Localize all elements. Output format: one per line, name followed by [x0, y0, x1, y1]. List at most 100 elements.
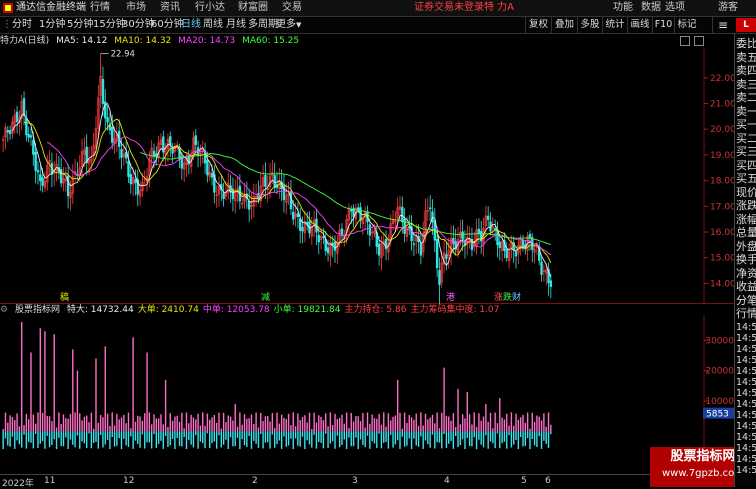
volume-bar-neg — [146, 431, 148, 443]
candle-body — [206, 159, 209, 176]
volume-bar-neg — [169, 431, 171, 446]
volume-bar-neg — [478, 431, 480, 440]
volume-bar-pos — [413, 419, 415, 432]
menu-caifuquan[interactable]: 财富圈 — [238, 2, 268, 14]
volume-bar-pos — [153, 414, 155, 432]
diejia-button[interactable]: 叠加 — [551, 17, 577, 33]
sidebar-label-4[interactable]: 卖二 — [736, 91, 756, 104]
event-marker-4[interactable]: 跌 — [503, 292, 512, 303]
sidebar-label-18[interactable]: 收益 — [736, 280, 756, 293]
volume-bar-neg — [74, 431, 76, 448]
volume-bar-pos — [262, 421, 264, 432]
menu-zixun[interactable]: 资讯 — [160, 2, 180, 14]
fuquan-button[interactable]: 复权 — [525, 17, 551, 33]
chart-restore-icon[interactable] — [694, 36, 704, 46]
volume-bar-pos — [220, 428, 222, 432]
huaxian-button[interactable]: 画线 — [627, 17, 652, 33]
event-marker-2[interactable]: 港 — [446, 291, 455, 303]
guest-label[interactable]: 游客 — [718, 2, 738, 14]
volume-bar-pos — [341, 414, 343, 432]
volume-bar-neg — [7, 431, 9, 446]
tongji-button[interactable]: 统计 — [602, 17, 627, 33]
volume-bar-neg — [378, 431, 380, 434]
period-60min[interactable]: 60分钟 — [151, 19, 184, 31]
candle-body — [452, 237, 455, 244]
more-chevron-icon[interactable]: ▼ — [296, 19, 301, 31]
volume-bar-pos — [489, 412, 492, 432]
period-multi[interactable]: 多周期 — [248, 19, 278, 31]
sidebar-label-2[interactable]: 卖四 — [736, 64, 756, 77]
sidebar-label-11[interactable]: 现价 — [736, 186, 756, 199]
sidebar-label-5[interactable]: 卖一 — [736, 105, 756, 118]
volume-bar-neg — [336, 431, 339, 436]
volume-bar-neg — [116, 431, 118, 446]
menu-xuanxiang[interactable]: 选项 — [665, 2, 685, 14]
indicator-gear-icon[interactable]: ⚙ — [0, 305, 8, 315]
candle-body — [34, 151, 37, 171]
volume-bar-neg — [506, 431, 508, 449]
volume-bar-pos — [304, 415, 306, 432]
volume-chart[interactable]: 300002000010000-100005853 — [0, 316, 734, 474]
menu-jiaoyi[interactable]: 交易 — [282, 2, 302, 14]
biaoji-button[interactable]: 标记 — [674, 17, 699, 33]
sidebar-label-13[interactable]: 涨幅 — [736, 213, 756, 226]
volume-bar-neg — [225, 431, 227, 440]
volume-bar-pos — [148, 412, 151, 432]
sidebar-label-20[interactable]: 行情 — [736, 307, 756, 320]
volume-bar-pos — [540, 420, 543, 432]
duogu-button[interactable]: 多股 — [577, 17, 602, 33]
login-status[interactable]: 证券交易未登录 — [414, 2, 484, 14]
period-daily[interactable]: 日线 — [181, 19, 201, 31]
period-monthly[interactable]: 月线 — [226, 19, 246, 31]
volume-bar-neg — [390, 431, 392, 435]
candle-body — [419, 243, 423, 256]
f10-button[interactable]: F10 — [652, 17, 674, 33]
chart-maximize-icon[interactable] — [680, 36, 690, 46]
sidebar-label-6[interactable]: 买一 — [736, 118, 756, 131]
volume-bar-neg — [97, 431, 100, 449]
sidebar-label-3[interactable]: 卖三 — [736, 78, 756, 91]
period-15min[interactable]: 15分钟 — [93, 19, 126, 31]
volume-bar-neg — [329, 431, 332, 444]
candle-body — [15, 111, 19, 122]
sidebar-label-0[interactable]: 委比 — [736, 37, 756, 50]
volume-bar-pos — [283, 417, 285, 432]
sidebar-label-7[interactable]: 买二 — [736, 132, 756, 145]
sidebar-label-14[interactable]: 总量 — [736, 226, 756, 239]
sidebar-label-10[interactable]: 买五 — [736, 172, 756, 185]
menu-shuju[interactable]: 数据 — [641, 2, 661, 14]
sidebar-label-19[interactable]: 分笔 — [736, 294, 756, 307]
candlesticks — [1, 53, 553, 304]
menu-hangqing[interactable]: 行情 — [90, 2, 110, 14]
period-more[interactable]: 更多 — [276, 19, 296, 31]
period-1min[interactable]: 1分钟 — [39, 19, 65, 31]
event-marker-1[interactable]: 减 — [261, 291, 270, 303]
sidebar-label-16[interactable]: 换手 — [736, 253, 756, 266]
sidebar-label-1[interactable]: 卖五 — [736, 51, 756, 64]
sidebar-label-12[interactable]: 涨跌 — [736, 199, 756, 212]
sidebar-label-8[interactable]: 买三 — [736, 145, 756, 158]
sidebar-label-17[interactable]: 净资 — [736, 267, 756, 280]
volume-bar-pos — [88, 422, 90, 432]
sidebar-label-9[interactable]: 买四 — [736, 159, 756, 172]
level-badge[interactable]: L — [736, 18, 756, 32]
menu-wenxiaoda[interactable]: 行小达 — [195, 2, 225, 14]
period-fenshi[interactable]: 分时 — [12, 19, 32, 31]
period-30min[interactable]: 30分钟 — [122, 19, 155, 31]
event-marker-5[interactable]: 财 — [512, 291, 521, 303]
volume-bar-pos — [120, 417, 123, 432]
volume-bar-pos — [371, 414, 373, 432]
volume-bar-neg — [364, 431, 366, 448]
volume-bar-pos — [373, 418, 376, 432]
event-marker-3[interactable]: 涨 — [494, 292, 503, 303]
menu-gongneng[interactable]: 功能 — [613, 2, 633, 14]
menu-shichang[interactable]: 市场 — [126, 2, 146, 14]
menu-icon[interactable]: ≡ — [712, 17, 733, 33]
volume-bar-pos — [72, 349, 74, 432]
sidebar-label-15[interactable]: 外盘 — [736, 240, 756, 253]
event-marker-0[interactable]: 稿 — [60, 291, 69, 303]
period-5min[interactable]: 5分钟 — [67, 19, 93, 31]
period-weekly[interactable]: 周线 — [203, 19, 223, 31]
price-chart[interactable]: 22.9412.27稿减港涨跌财 22.0021.0020.0019.0018.… — [0, 47, 734, 304]
volume-bar-pos — [202, 412, 204, 432]
